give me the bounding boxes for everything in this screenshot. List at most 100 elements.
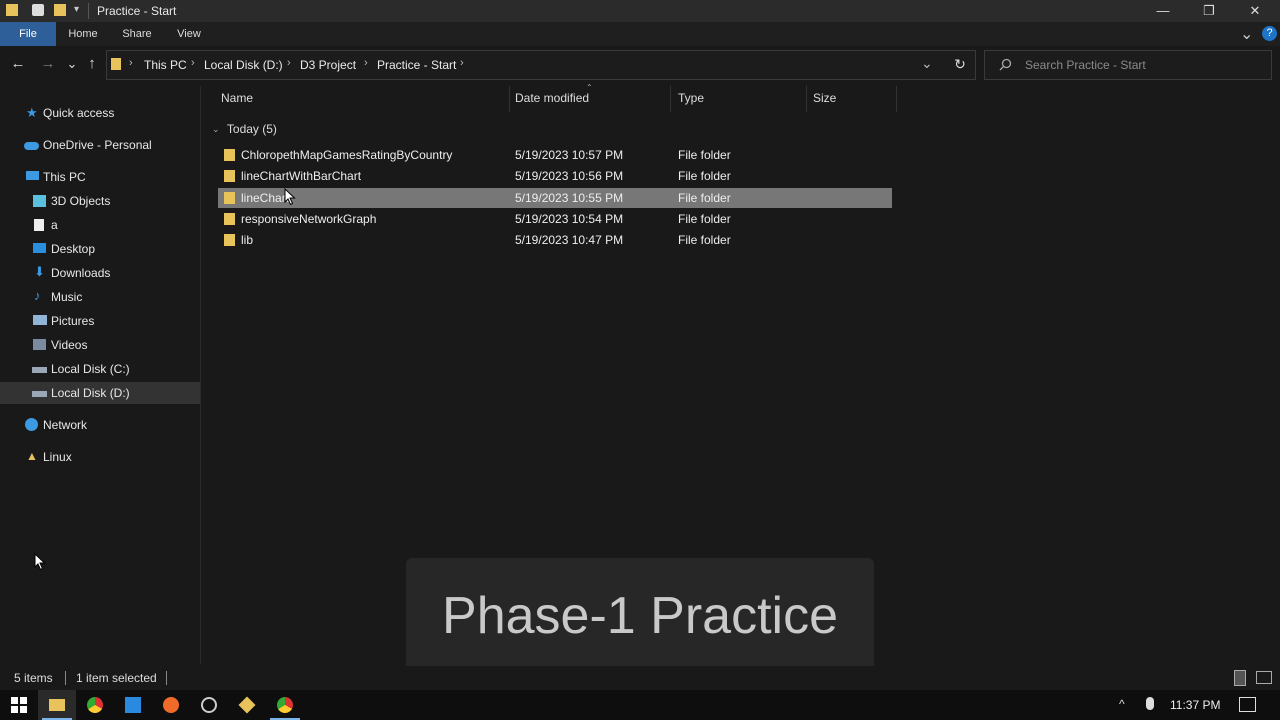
caption-text: Phase-1 Practice — [442, 587, 838, 645]
sidebar-item-desktop[interactable]: Desktop — [0, 238, 200, 260]
taskbar-vscode[interactable] — [114, 690, 152, 720]
taskbar-chrome[interactable] — [76, 690, 114, 720]
window-title: Practice - Start — [97, 4, 177, 18]
taskbar-firefox[interactable] — [152, 690, 190, 720]
close-button[interactable]: ✕ — [1232, 0, 1278, 22]
tab-share[interactable]: Share — [114, 22, 160, 46]
sidebar-item-downloads[interactable]: ⬇ Downloads — [0, 262, 200, 284]
sidebar-item-3d-objects[interactable]: 3D Objects — [0, 190, 200, 212]
refresh-button[interactable]: ↻ — [948, 52, 972, 76]
tab-view[interactable]: View — [168, 22, 210, 46]
taskbar-file-explorer[interactable] — [38, 690, 76, 720]
large-icons-view-icon[interactable] — [1256, 671, 1272, 684]
breadcrumb-separator[interactable]: › — [287, 57, 291, 69]
column-header-size[interactable]: Size — [813, 91, 836, 109]
ribbon-tabs: File Home Share View ⌄ ? — [0, 22, 1280, 46]
file-date: 5/19/2023 10:54 PM — [515, 212, 624, 226]
restore-button[interactable]: ❐ — [1186, 0, 1232, 22]
help-icon[interactable]: ? — [1262, 26, 1277, 41]
firefox-icon — [163, 697, 179, 713]
sidebar-item-label: Desktop — [51, 242, 96, 256]
sidebar-item-music[interactable]: ♪ Music — [0, 286, 200, 308]
group-label: Today (5) — [226, 122, 277, 136]
sidebar-item-label: Linux — [43, 450, 72, 464]
column-resize-handle[interactable] — [896, 86, 897, 112]
navigation-bar: ← → ⌄ ↑ › This PC › Local Disk (D:) › D3… — [0, 46, 1280, 84]
collapse-group-icon[interactable]: ⌄ — [212, 124, 220, 134]
properties-icon[interactable] — [32, 4, 44, 16]
document-icon — [34, 219, 44, 231]
sidebar-item-this-pc[interactable]: This PC — [0, 166, 200, 188]
tab-file[interactable]: File — [0, 22, 56, 46]
sidebar-item-videos[interactable]: Videos — [0, 334, 200, 356]
taskbar-chrome-2[interactable] — [266, 690, 304, 720]
breadcrumb-separator[interactable]: › — [460, 57, 464, 69]
expand-ribbon-icon[interactable]: ⌄ — [1240, 24, 1253, 44]
address-bar[interactable]: › This PC › Local Disk (D:) › D3 Project… — [106, 50, 976, 80]
file-row[interactable]: lineChartWithBarChart 5/19/2023 10:56 PM… — [218, 166, 892, 186]
sidebar-item-label: a — [51, 218, 58, 232]
search-box[interactable] — [984, 50, 1272, 80]
folder-icon — [224, 149, 235, 161]
file-row[interactable]: ChloropethMapGamesRatingByCountry 5/19/2… — [218, 145, 892, 165]
clock[interactable]: 11:37 PM — [1170, 698, 1220, 712]
details-view-icon[interactable] — [1234, 670, 1246, 686]
sidebar-item-linux[interactable]: ▲ Linux — [0, 446, 200, 468]
desktop-icon — [33, 243, 46, 253]
sidebar-item-label: Videos — [51, 338, 88, 352]
breadcrumb-this-pc[interactable]: This PC — [144, 58, 187, 72]
search-input[interactable] — [1023, 56, 1257, 74]
column-header-type[interactable]: Type — [678, 91, 704, 109]
quick-access-dropdown-icon[interactable]: ▾ — [74, 4, 79, 15]
file-row[interactable]: lib 5/19/2023 10:47 PM File folder — [218, 230, 892, 250]
breadcrumb-practice-start[interactable]: Practice - Start — [377, 58, 456, 72]
sidebar-item-label: Network — [43, 418, 88, 432]
address-dropdown-icon[interactable]: ⌄ — [921, 55, 933, 72]
file-name: ChloropethMapGamesRatingByCountry — [241, 148, 453, 162]
column-resize-handle[interactable] — [509, 86, 510, 112]
folder-icon — [224, 234, 235, 246]
sidebar-item-local-disk-d[interactable]: Local Disk (D:) — [0, 382, 200, 404]
microphone-icon[interactable] — [1146, 697, 1154, 710]
breadcrumb-separator[interactable]: › — [364, 57, 368, 69]
forward-button[interactable]: → — [36, 52, 60, 76]
download-icon: ⬇ — [34, 264, 45, 279]
sidebar-item-a[interactable]: a — [0, 214, 200, 236]
taskbar-app[interactable] — [190, 690, 228, 720]
sidebar-item-quick-access[interactable]: ★ Quick access — [0, 102, 200, 124]
sidebar-item-label: Music — [51, 290, 83, 304]
pane-divider[interactable] — [200, 86, 201, 664]
file-name: lineChartWithBarChart — [241, 169, 362, 183]
breadcrumb-separator[interactable]: › — [129, 57, 133, 69]
new-folder-icon[interactable] — [54, 4, 66, 16]
tray-chevron-icon[interactable]: ^ — [1119, 697, 1125, 711]
column-header-name[interactable]: Name — [221, 91, 253, 109]
sidebar-item-pictures[interactable]: Pictures — [0, 310, 200, 332]
video-caption-overlay: Phase-1 Practice — [406, 558, 874, 676]
file-row-selected[interactable]: lineChart 5/19/2023 10:55 PM File folder — [218, 188, 892, 208]
chrome-icon — [277, 697, 293, 713]
column-resize-handle[interactable] — [670, 86, 671, 112]
sidebar-item-local-disk-c[interactable]: Local Disk (C:) — [0, 358, 200, 380]
breadcrumb-local-disk-d[interactable]: Local Disk (D:) — [204, 58, 283, 72]
navigation-pane: ★ Quick access OneDrive - Personal This … — [0, 90, 200, 664]
column-header-date-modified[interactable]: Date modified — [515, 91, 589, 109]
video-icon — [33, 339, 46, 350]
up-button[interactable]: ↑ — [80, 52, 104, 76]
divider — [88, 3, 89, 19]
file-row[interactable]: responsiveNetworkGraph 5/19/2023 10:54 P… — [218, 209, 892, 229]
notification-icon[interactable] — [1239, 697, 1256, 712]
back-button[interactable]: ← — [6, 52, 30, 76]
minimize-button[interactable]: — — [1140, 0, 1186, 22]
taskbar-git[interactable] — [228, 690, 266, 720]
breadcrumb-d3-project[interactable]: D3 Project — [300, 58, 356, 72]
column-resize-handle[interactable] — [806, 86, 807, 112]
start-button[interactable] — [0, 690, 38, 720]
sidebar-item-onedrive[interactable]: OneDrive - Personal — [0, 134, 200, 156]
group-header-today[interactable]: ⌄ Today (5) — [212, 122, 277, 136]
sidebar-item-network[interactable]: Network — [0, 414, 200, 436]
tab-home[interactable]: Home — [60, 22, 106, 46]
breadcrumb-separator[interactable]: › — [191, 57, 195, 69]
drive-icon — [32, 391, 47, 397]
status-bar: 5 items 1 item selected — [0, 666, 1280, 690]
